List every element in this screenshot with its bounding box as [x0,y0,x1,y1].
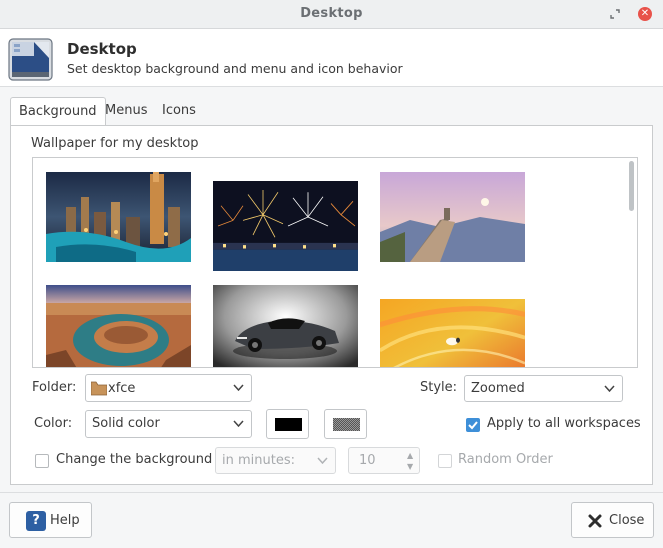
window-title: Desktop [300,6,363,21]
apply-all-checkbox[interactable] [466,418,480,432]
desktop-settings-icon [8,38,53,81]
help-button[interactable]: ? Help [9,502,92,538]
folder-icon [91,381,107,396]
footer-divider [0,492,663,493]
secondary-color-swatch [333,418,360,431]
random-order-checkbox[interactable] [438,454,452,468]
interval-spinner[interactable]: 10 ▲ ▼ [348,447,420,474]
primary-color-swatch [275,418,302,431]
chevron-down-icon [317,457,328,465]
wallpaper-thumbnail[interactable] [380,299,525,368]
header-title: Desktop [67,40,137,58]
color-label: Color: [34,416,73,431]
close-window-icon[interactable]: ✕ [638,7,652,21]
help-icon: ? [26,511,46,531]
change-background-label: Change the background [56,452,213,467]
style-value: Zoomed [471,381,525,396]
interval-unit-value: in minutes: [222,453,295,468]
wallpaper-thumbnail[interactable] [46,172,191,262]
chevron-down-icon [604,385,615,393]
interval-value: 10 [359,453,376,468]
close-button-label: Close [609,513,645,528]
primary-color-button[interactable] [266,409,309,439]
spinner-arrows-icon[interactable]: ▲ ▼ [407,450,415,472]
folder-label: Folder: [32,380,77,395]
wallpaper-thumbnail[interactable] [380,172,525,262]
folder-value: xfce [108,381,136,396]
close-button[interactable]: Close [571,502,654,538]
wallpaper-thumbnail[interactable] [46,285,191,368]
gallery-scrollbar[interactable] [629,161,634,211]
chevron-down-icon [233,420,244,428]
tab-icons[interactable]: Icons [154,97,204,125]
color-mode-select[interactable]: Solid color [85,410,252,438]
tab-background[interactable]: Background [10,97,106,126]
wallpaper-label: Wallpaper for my desktop [31,136,199,151]
secondary-color-button[interactable] [324,409,367,439]
dialog-header: Desktop Set desktop background and menu … [0,29,663,87]
wallpaper-gallery[interactable] [32,157,638,368]
color-mode-value: Solid color [92,416,160,431]
interval-unit-select[interactable]: in minutes: [215,447,336,474]
style-label: Style: [420,380,458,395]
folder-select[interactable]: xfce [85,374,252,402]
title-bar: Desktop ✕ [0,0,663,29]
chevron-down-icon [233,384,244,392]
header-subtitle: Set desktop background and menu and icon… [67,61,403,76]
random-order-label: Random Order [458,452,553,467]
restore-icon[interactable] [608,7,622,21]
help-button-label: Help [50,513,80,528]
style-select[interactable]: Zoomed [464,375,623,402]
tab-menus[interactable]: Menus [97,97,155,125]
change-background-checkbox[interactable] [35,454,49,468]
checkmark-icon [468,421,478,430]
close-icon [588,514,602,528]
apply-all-label: Apply to all workspaces [487,416,641,431]
wallpaper-thumbnail[interactable] [213,181,358,271]
wallpaper-thumbnail[interactable] [213,285,358,368]
